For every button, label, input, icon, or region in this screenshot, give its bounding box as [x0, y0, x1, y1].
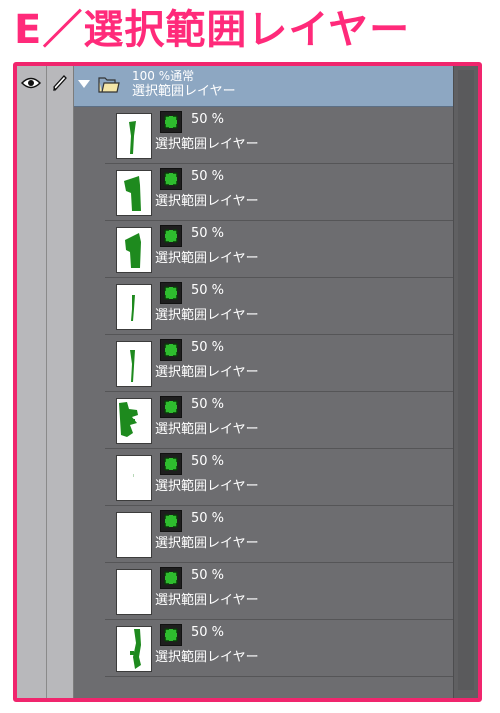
- selection-mask-icon[interactable]: [160, 225, 182, 247]
- layer-list: 50 % 選択範囲レイヤー 50 % 選択範囲レイヤー 50 % 選択範囲レイヤ…: [17, 107, 478, 677]
- pen-icon[interactable]: [49, 72, 71, 94]
- layer-thumbnail: [116, 512, 152, 558]
- layer-row[interactable]: 50 % 選択範囲レイヤー: [105, 107, 454, 164]
- layer-row[interactable]: 50 % 選択範囲レイヤー: [105, 563, 454, 620]
- layer-name: 選択範囲レイヤー: [155, 308, 259, 323]
- layer-opacity: 50 %: [191, 454, 225, 469]
- layer-opacity: 50 %: [191, 340, 225, 355]
- layer-row[interactable]: 50 % 選択範囲レイヤー: [105, 278, 454, 335]
- layer-opacity: 50 %: [191, 112, 225, 127]
- selection-mask-icon[interactable]: [160, 111, 182, 133]
- layer-name: 選択範囲レイヤー: [155, 365, 259, 380]
- layer-name: 選択範囲レイヤー: [155, 593, 259, 608]
- layer-thumbnail: [116, 569, 152, 615]
- chevron-down-icon[interactable]: [78, 80, 90, 88]
- eye-icon[interactable]: [20, 72, 42, 94]
- layer-thumbnail: [116, 227, 152, 273]
- folder-icon: [98, 76, 120, 94]
- scrollbar[interactable]: [453, 66, 478, 698]
- scrollbar-thumb[interactable]: [458, 70, 474, 690]
- layer-thumbnail: [116, 455, 152, 501]
- selection-mask-icon[interactable]: [160, 567, 182, 589]
- layer-opacity: 50 %: [191, 511, 225, 526]
- folder-opacity-mode: 100 %通常: [132, 69, 195, 83]
- layer-thumbnail: [116, 341, 152, 387]
- selection-mask-icon[interactable]: [160, 624, 182, 646]
- selection-mask-icon[interactable]: [160, 168, 182, 190]
- layer-opacity: 50 %: [191, 169, 225, 184]
- layer-row[interactable]: 50 % 選択範囲レイヤー: [105, 335, 454, 392]
- layer-name: 選択範囲レイヤー: [155, 422, 259, 437]
- layer-name: 選択範囲レイヤー: [155, 536, 259, 551]
- layer-name: 選択範囲レイヤー: [155, 251, 259, 266]
- layer-thumbnail: [116, 626, 152, 672]
- selection-mask-icon[interactable]: [160, 453, 182, 475]
- layer-opacity: 50 %: [191, 568, 225, 583]
- layer-row[interactable]: 50 % 選択範囲レイヤー: [105, 506, 454, 563]
- layer-opacity: 50 %: [191, 625, 225, 640]
- page-title: E／選択範囲レイヤー: [14, 7, 411, 53]
- layer-thumbnail: [116, 113, 152, 159]
- layer-row[interactable]: 50 % 選択範囲レイヤー: [105, 620, 454, 677]
- layer-opacity: 50 %: [191, 226, 225, 241]
- layer-opacity: 50 %: [191, 283, 225, 298]
- layer-row[interactable]: 50 % 選択範囲レイヤー: [105, 449, 454, 506]
- layer-name: 選択範囲レイヤー: [155, 479, 259, 494]
- layer-panel: 100 %通常 選択範囲レイヤー 50 % 選択範囲レイヤー 50 % 選択範囲…: [13, 62, 482, 702]
- selection-mask-icon[interactable]: [160, 282, 182, 304]
- layer-row[interactable]: 50 % 選択範囲レイヤー: [105, 392, 454, 449]
- layer-thumbnail: [116, 284, 152, 330]
- folder-row[interactable]: 100 %通常 選択範囲レイヤー: [74, 66, 454, 107]
- layer-thumbnail: [116, 398, 152, 444]
- layer-opacity: 50 %: [191, 397, 225, 412]
- layer-name: 選択範囲レイヤー: [155, 137, 259, 152]
- layer-row[interactable]: 50 % 選択範囲レイヤー: [105, 221, 454, 278]
- layer-thumbnail: [116, 170, 152, 216]
- layer-name: 選択範囲レイヤー: [155, 650, 259, 665]
- layer-row[interactable]: 50 % 選択範囲レイヤー: [105, 164, 454, 221]
- selection-mask-icon[interactable]: [160, 339, 182, 361]
- folder-name: 選択範囲レイヤー: [132, 84, 236, 99]
- layer-name: 選択範囲レイヤー: [155, 194, 259, 209]
- selection-mask-icon[interactable]: [160, 396, 182, 418]
- selection-mask-icon[interactable]: [160, 510, 182, 532]
